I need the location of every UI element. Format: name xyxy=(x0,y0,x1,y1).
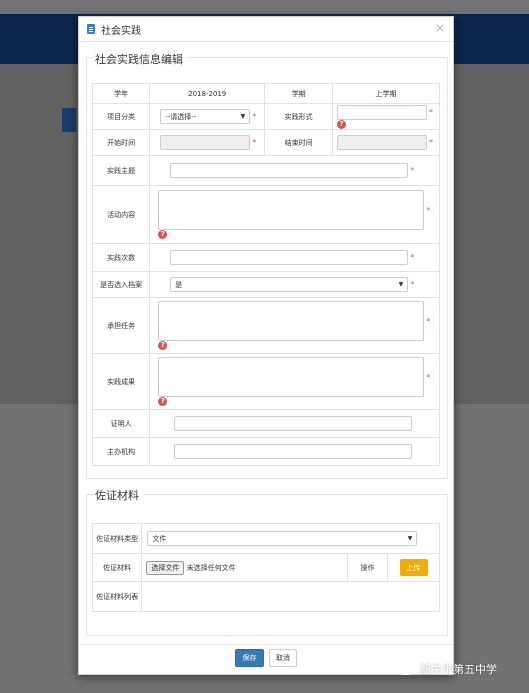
table-row: 是否选入档案 是 ▼ * xyxy=(91,271,440,298)
organizer-input[interactable] xyxy=(174,444,413,459)
table-row: 承担任务 *? xyxy=(91,297,440,354)
required-mark: * xyxy=(429,107,433,117)
evidence-type-label: 佐证材料类型 xyxy=(91,523,143,554)
end-label: 结束时间 xyxy=(264,129,333,156)
required-mark: * xyxy=(426,316,431,326)
form-input[interactable] xyxy=(337,104,427,120)
table-row: 证明人 xyxy=(91,409,440,438)
modal-header: 社会实践 × xyxy=(79,17,453,42)
table-row: 学年 2018-2019 学期 上学期 xyxy=(91,83,440,104)
table-row: 实践次数 * xyxy=(91,243,440,272)
year-label: 学年 xyxy=(91,83,151,104)
year-value: 2018-2019 xyxy=(149,83,266,104)
evidence-section-title: 佐证材料 xyxy=(93,487,143,503)
result-textarea[interactable] xyxy=(158,357,425,397)
table-row: 开始时间 * 结束时间 * xyxy=(91,129,440,156)
form-label: 实践形式 xyxy=(264,103,333,130)
category-label: 项目分类 xyxy=(91,103,151,130)
no-file-text: 未选择任何文件 xyxy=(186,563,236,572)
cancel-button[interactable]: 取消 xyxy=(269,649,297,667)
category-select[interactable]: --请选择-- ▼ xyxy=(160,109,251,124)
task-textarea[interactable] xyxy=(158,301,425,341)
choose-file-button[interactable]: 选择文件 xyxy=(146,560,185,575)
upload-button[interactable]: 上传 xyxy=(399,559,428,576)
required-mark: * xyxy=(252,138,257,147)
evidence-table: 佐证材料类型 文件 ▼ 佐证材料 选择文件 未选择任何文件 操作 上传 佐证材料列… xyxy=(91,523,440,612)
chevron-down-icon: ▼ xyxy=(407,535,413,542)
count-input[interactable] xyxy=(170,250,409,265)
term-label: 学期 xyxy=(264,83,333,104)
evidence-list xyxy=(141,581,440,612)
start-label: 开始时间 xyxy=(91,129,151,156)
required-mark: * xyxy=(429,138,433,147)
table-row: 佐证材料 选择文件 未选择任何文件 操作 上传 xyxy=(91,553,440,582)
archive-select[interactable]: 是 ▼ xyxy=(170,277,409,292)
category-select-value: --请选择-- xyxy=(165,112,197,121)
table-row: 实践主题 * xyxy=(91,155,440,186)
result-label: 实践成果 xyxy=(91,353,151,410)
count-label: 实践次数 xyxy=(91,243,151,272)
organizer-label: 主办机构 xyxy=(91,437,151,466)
witness-label: 证明人 xyxy=(91,409,151,438)
archive-label: 是否选入档案 xyxy=(91,271,151,298)
chevron-down-icon: ▼ xyxy=(398,281,404,288)
table-row: 主办机构 xyxy=(91,437,440,466)
table-row: 实践成果 *? xyxy=(91,353,440,410)
task-label: 承担任务 xyxy=(91,297,151,354)
document-icon xyxy=(87,24,95,34)
info-section: 社会实践信息编辑 学年 2018-2019 学期 上学期 项目分类 --请选择-… xyxy=(86,51,448,479)
witness-input[interactable] xyxy=(174,416,413,431)
required-mark: * xyxy=(410,253,415,262)
theme-label: 实践主题 xyxy=(91,155,151,186)
evidence-material-label: 佐证材料 xyxy=(91,553,143,582)
required-mark: * xyxy=(426,372,431,382)
help-icon[interactable]: ? xyxy=(158,341,168,350)
watermark: 韶关市第五中学 xyxy=(398,661,497,677)
help-icon[interactable]: ? xyxy=(158,397,168,406)
evidence-type-value: 文件 xyxy=(152,534,167,543)
required-mark: * xyxy=(252,112,257,121)
help-icon[interactable]: ? xyxy=(337,119,346,129)
chevron-down-icon: ▼ xyxy=(240,113,246,120)
close-icon[interactable]: × xyxy=(435,21,445,35)
table-row: 佐证材料类型 文件 ▼ xyxy=(91,523,440,554)
required-mark: * xyxy=(410,280,415,289)
practice-modal: 社会实践 × 社会实践信息编辑 学年 2018-2019 学期 上学期 项目分类… xyxy=(78,16,454,675)
operation-label: 操作 xyxy=(347,553,389,582)
start-date-input[interactable] xyxy=(160,135,251,150)
term-value: 上学期 xyxy=(332,83,440,104)
archive-select-value: 是 xyxy=(175,280,183,289)
theme-input[interactable] xyxy=(170,163,409,178)
table-row: 项目分类 --请选择-- ▼ * 实践形式 *? xyxy=(91,103,440,130)
required-mark: * xyxy=(410,166,415,175)
watermark-text: 韶关市第五中学 xyxy=(420,663,497,676)
modal-title: 社会实践 xyxy=(101,25,141,37)
footer-divider xyxy=(79,644,453,645)
content-textarea[interactable] xyxy=(158,190,425,230)
required-mark: * xyxy=(426,205,431,215)
info-table: 学年 2018-2019 学期 上学期 项目分类 --请选择-- ▼ * 实践形式 … xyxy=(91,83,440,466)
table-row: 佐证材料列表 xyxy=(91,581,440,612)
end-date-input[interactable] xyxy=(337,135,427,150)
wechat-icon xyxy=(398,663,414,675)
help-icon[interactable]: ? xyxy=(158,230,168,239)
evidence-list-label: 佐证材料列表 xyxy=(91,581,143,612)
evidence-type-select[interactable]: 文件 ▼ xyxy=(147,531,418,546)
evidence-section: 佐证材料 佐证材料类型 文件 ▼ 佐证材料 选择文件 未选择任何文件 操作 上传 xyxy=(86,487,448,636)
save-button[interactable]: 保存 xyxy=(235,649,264,667)
content-label: 活动内容 xyxy=(91,185,151,244)
table-row: 活动内容 *? xyxy=(91,185,440,244)
info-section-title: 社会实践信息编辑 xyxy=(93,51,187,67)
